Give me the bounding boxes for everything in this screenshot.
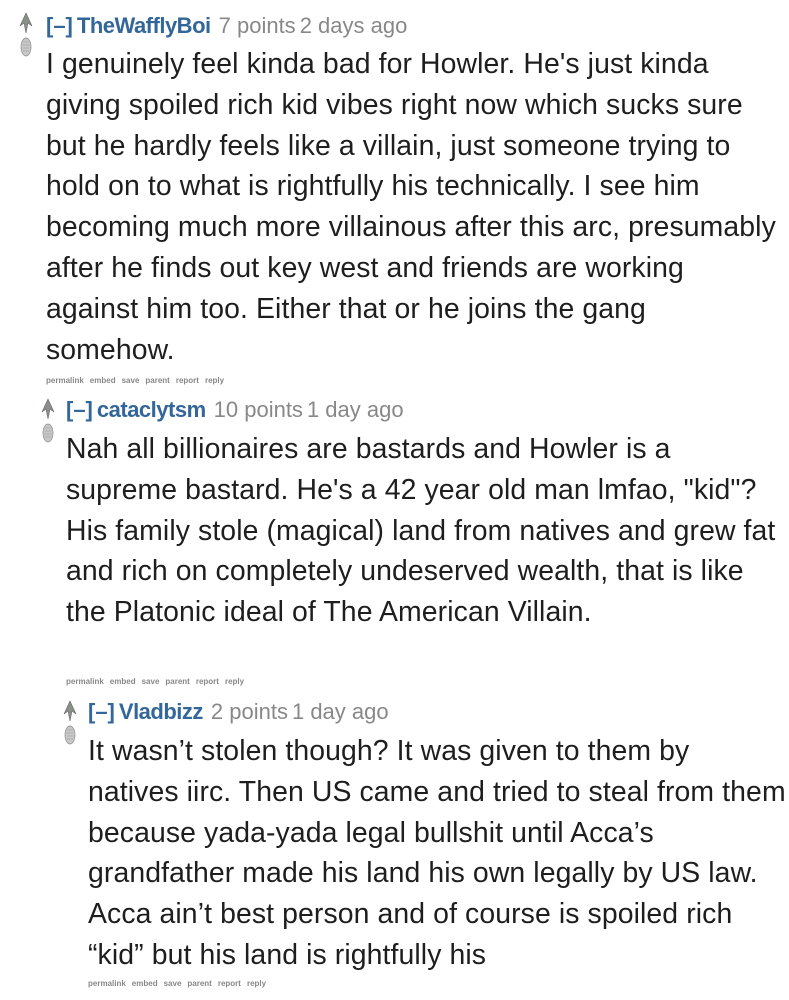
vote-arrows	[62, 700, 80, 746]
comment-score: 10 points	[213, 397, 303, 422]
comment-body: Nah all billionaires are bastards and Ho…	[66, 433, 776, 629]
comment-time: 1 day ago	[291, 699, 389, 724]
permalink-link[interactable]: permalink	[66, 677, 104, 686]
downvote-arrow-icon[interactable]	[62, 724, 78, 746]
report-link[interactable]: report	[218, 979, 241, 988]
permalink-link[interactable]: permalink	[46, 376, 84, 385]
upvote-arrow-icon[interactable]	[62, 700, 78, 722]
report-link[interactable]: report	[176, 376, 199, 385]
upvote-arrow-icon[interactable]	[18, 12, 34, 34]
collapse-toggle[interactable]: [–]	[46, 13, 73, 38]
reply-link[interactable]: reply	[225, 677, 244, 686]
reply-link[interactable]: reply	[205, 376, 224, 385]
permalink-link[interactable]: permalink	[88, 979, 126, 988]
upvote-arrow-icon[interactable]	[40, 398, 56, 420]
comment-time: 1 day ago	[306, 397, 404, 422]
comment-body: It wasn’t stolen though? It was given to…	[88, 735, 786, 971]
collapse-toggle[interactable]: [–]	[66, 397, 93, 422]
comment-body: I genuinely feel kinda bad for Howler. H…	[46, 48, 776, 366]
comment-tagline: [–] Vladbizz 2 points 1 day ago	[88, 698, 389, 726]
comment-author[interactable]: cataclytsm	[97, 397, 206, 422]
save-link[interactable]: save	[122, 376, 140, 385]
reply-link[interactable]: reply	[247, 979, 266, 988]
embed-link[interactable]: embed	[110, 677, 136, 686]
save-link[interactable]: save	[142, 677, 160, 686]
collapse-toggle[interactable]: [–]	[88, 699, 115, 724]
comment-score: 7 points	[218, 13, 296, 38]
embed-link[interactable]: embed	[90, 376, 116, 385]
report-link[interactable]: report	[196, 677, 219, 686]
comment-actions: permalink embed save parent report reply	[66, 677, 250, 686]
parent-link[interactable]: parent	[187, 979, 211, 988]
comment-tagline: [–] cataclytsm 10 points 1 day ago	[66, 396, 404, 424]
comment-tagline: [–] TheWafflyBoi 7 points 2 days ago	[46, 12, 407, 40]
parent-link[interactable]: parent	[145, 376, 169, 385]
vote-arrows	[40, 398, 58, 444]
comment-author[interactable]: Vladbizz	[119, 699, 204, 724]
embed-link[interactable]: embed	[132, 979, 158, 988]
vote-arrows	[18, 12, 36, 58]
save-link[interactable]: save	[164, 979, 182, 988]
downvote-arrow-icon[interactable]	[18, 36, 34, 58]
comment-author[interactable]: TheWafflyBoi	[77, 13, 211, 38]
comment-score: 2 points	[210, 699, 288, 724]
comment-actions: permalink embed save parent report reply	[46, 376, 230, 385]
downvote-arrow-icon[interactable]	[40, 422, 56, 444]
comment-actions: permalink embed save parent report reply	[88, 979, 272, 988]
comment-time: 2 days ago	[299, 13, 408, 38]
parent-link[interactable]: parent	[165, 677, 189, 686]
